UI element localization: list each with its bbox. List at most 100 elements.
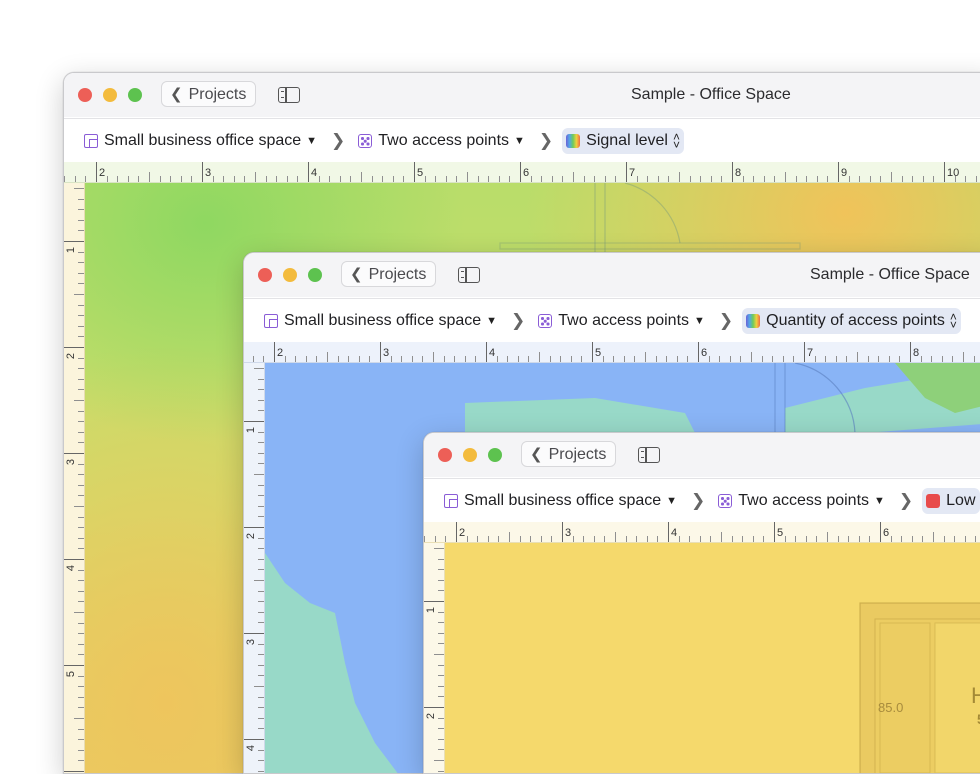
ruler-tick	[835, 356, 837, 362]
sidebar-toggle-icon[interactable]	[638, 447, 660, 463]
ruler-tick	[689, 176, 691, 182]
ruler-tick	[159, 176, 161, 182]
low-heatmap-canvas[interactable]: 85.0 H 5	[445, 543, 980, 773]
ruler-tick	[539, 352, 540, 362]
ruler-tick	[254, 368, 264, 369]
ruler-tick	[848, 176, 850, 182]
ruler-tick	[78, 590, 84, 592]
sidebar-toggle-icon[interactable]	[278, 87, 300, 103]
close-window-button[interactable]	[438, 448, 452, 462]
zoom-window-button[interactable]	[308, 268, 322, 282]
close-window-button[interactable]	[78, 88, 92, 102]
ruler-tick	[274, 342, 275, 362]
close-window-button[interactable]	[258, 268, 272, 282]
breadcrumb-scenario[interactable]: Two access points ▼	[714, 488, 889, 514]
ruler-tick	[96, 162, 97, 182]
breadcrumb-visualization[interactable]: Quantity of access points ˄ ˅	[742, 308, 961, 334]
breadcrumb: Small business office space ▼ ❯ Two acce…	[244, 298, 980, 342]
breadcrumb-visualization-label: Quantity of access points	[766, 312, 945, 329]
ruler-tick	[258, 537, 264, 539]
ruler-tick	[848, 536, 849, 542]
ruler-tick	[963, 352, 964, 362]
ruler-tick	[888, 356, 890, 362]
ruler-tick	[258, 516, 264, 518]
minimize-window-button[interactable]	[463, 448, 477, 462]
ruler-tick	[965, 176, 966, 182]
ruler-tick	[85, 176, 87, 182]
ruler-label: 3	[65, 458, 78, 466]
ruler-tick	[549, 356, 551, 362]
title-bar[interactable]: ❮ Projects Sample - Office Space	[244, 253, 980, 297]
title-bar[interactable]: ❮ Projects Sample - Office Space	[64, 73, 980, 117]
ruler-tick	[180, 176, 182, 182]
breadcrumb-floor-plan-label: Small business office space	[464, 492, 662, 509]
ruler-tick	[244, 633, 264, 634]
minimize-window-button[interactable]	[103, 88, 117, 102]
ruler-tick	[816, 536, 818, 542]
ruler-tick	[252, 356, 254, 362]
ruler-tick	[78, 421, 84, 422]
zoom-window-button[interactable]	[128, 88, 142, 102]
breadcrumb-floor-plan[interactable]: Small business office space ▼	[260, 308, 501, 334]
ruler-tick	[438, 738, 444, 740]
chevron-left-icon: ❮	[170, 86, 183, 103]
ruler-tick	[528, 356, 530, 362]
ruler-tick	[551, 536, 553, 542]
ruler-tick	[487, 536, 489, 542]
back-to-projects-button[interactable]: ❮ Projects	[521, 441, 617, 467]
ruler-tick	[676, 356, 678, 362]
ruler-tick	[438, 749, 444, 751]
zoom-window-button[interactable]	[488, 448, 502, 462]
breadcrumb-floor-plan[interactable]: Small business office space ▼	[80, 128, 321, 154]
ruler-label: 4	[489, 347, 496, 359]
window-title: Sample - Office Space	[631, 86, 791, 103]
ruler-tick	[445, 176, 447, 182]
ruler-tick	[258, 558, 264, 560]
ruler-tick	[880, 176, 882, 182]
ruler-tick	[64, 453, 84, 454]
ruler-tick	[64, 665, 84, 666]
ruler-tick	[772, 356, 773, 362]
breadcrumb-visualization[interactable]: Low	[922, 488, 980, 514]
breadcrumb-scenario[interactable]: Two access points ▼	[534, 308, 709, 334]
ruler-tick	[782, 356, 784, 362]
ruler-tick	[623, 356, 625, 362]
breadcrumb-scenario-label: Two access points	[738, 492, 870, 509]
ruler-tick	[615, 532, 616, 542]
ruler-tick	[78, 304, 84, 306]
breadcrumb-separator-icon: ❯	[898, 491, 914, 510]
ruler-tick	[615, 176, 617, 182]
ruler-tick	[784, 536, 786, 542]
minimize-window-button[interactable]	[283, 268, 297, 282]
ruler-tick	[74, 506, 84, 507]
title-bar[interactable]: ❮ Projects	[424, 433, 980, 477]
ruler-label: 2	[425, 712, 438, 720]
breadcrumb-floor-plan[interactable]: Small business office space ▼	[440, 488, 681, 514]
ruler-tick	[880, 522, 881, 542]
ruler-tick	[466, 536, 468, 542]
ruler-tick	[973, 356, 975, 362]
ruler-tick	[700, 176, 701, 182]
ruler-tick	[438, 675, 444, 676]
breadcrumb-scenario[interactable]: Two access points ▼	[354, 128, 529, 154]
sidebar-toggle-icon[interactable]	[458, 267, 480, 283]
ruler-tick	[901, 176, 903, 182]
ruler-tick	[258, 484, 264, 486]
ruler-tick	[382, 176, 383, 182]
ruler-tick	[891, 172, 892, 182]
ruler-tick	[625, 536, 627, 542]
ruler-tick	[258, 770, 264, 772]
ruler-tick	[699, 536, 701, 542]
ruler-tick	[943, 536, 945, 542]
ruler-tick	[258, 378, 264, 380]
ruler-tick	[687, 356, 689, 362]
ruler-tick	[912, 176, 913, 182]
ruler-tick	[258, 654, 264, 655]
breadcrumb-visualization[interactable]: Signal level ˄ ˅	[562, 128, 684, 154]
floorplan-icon	[264, 314, 278, 328]
ruler-tick	[258, 399, 264, 401]
back-to-projects-button[interactable]: ❮ Projects	[161, 81, 257, 107]
back-to-projects-button[interactable]: ❮ Projects	[341, 261, 437, 287]
ruler-label: 4	[671, 527, 678, 539]
ruler-tick	[742, 536, 743, 542]
